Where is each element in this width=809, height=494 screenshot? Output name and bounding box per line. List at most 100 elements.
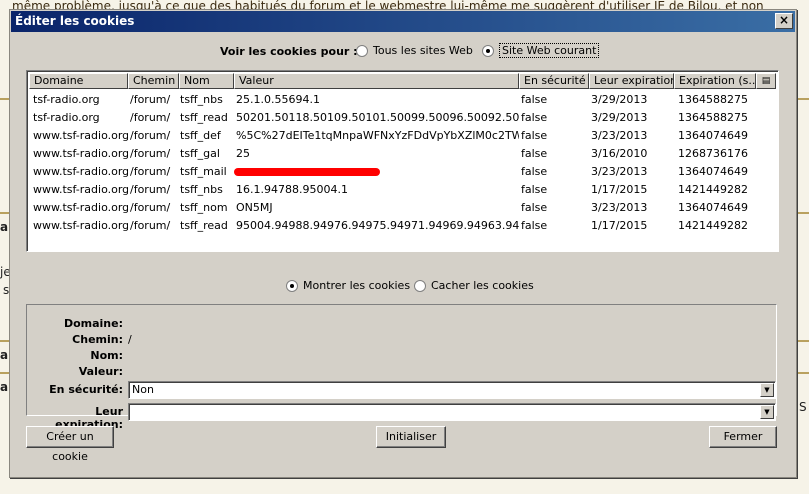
table-cell: 1/17/2015 [591, 183, 648, 196]
table-cell: /forum/ [130, 183, 171, 196]
close-button[interactable]: Fermer [709, 426, 777, 448]
table-cell: tsff_nbs [180, 183, 223, 196]
table-cell: 1364588275 [678, 111, 748, 124]
radio-hide-cookies[interactable]: Cacher les cookies [414, 279, 534, 292]
radio-hide-cookies-label: Cacher les cookies [431, 279, 534, 292]
cookie-details: Domaine: Chemin: / Nom: Valeur: En sécur… [26, 304, 777, 431]
dialog-titlebar[interactable]: Éditer les cookies × [11, 11, 795, 32]
table-cell: false [521, 201, 548, 214]
table-cell: 1421449282 [678, 183, 748, 196]
radio-icon [286, 280, 298, 292]
background-divider [795, 212, 809, 214]
radio-icon [356, 45, 368, 57]
close-icon[interactable]: × [775, 13, 793, 29]
table-cell: 1364074649 [678, 129, 748, 142]
dialog-title: Éditer les cookies [15, 14, 135, 28]
table-cell: www.tsf-radio.org [33, 165, 128, 178]
reset-button[interactable]: Initialiser [376, 426, 446, 448]
table-cell: tsff_nbs [180, 93, 223, 106]
table-cell: tsff_mail [180, 165, 227, 178]
table-cell: false [521, 129, 548, 142]
table-cell: 95004.94988.94976.94975.94971.94969.9496… [236, 219, 519, 232]
table-cell: 3/23/2013 [591, 129, 648, 142]
name-label: Nom: [90, 349, 123, 362]
table-row[interactable]: www.tsf-radio.org/forum/tsff_nom ON5MJ fal… [29, 199, 776, 217]
table-cell: tsf-radio.org [33, 111, 100, 124]
table-cell: 1268736176 [678, 147, 748, 160]
table-cell: www.tsf-radio.org [33, 147, 128, 160]
table-cell: www.tsf-radio.org [33, 219, 128, 232]
table-cell: false [521, 219, 548, 232]
table-cell: /forum/ [130, 219, 171, 232]
column-value[interactable]: Valeur [234, 73, 519, 89]
table-cell: 1364588275 [678, 93, 748, 106]
table-cell: false [521, 111, 548, 124]
radio-current-site-label: Site Web courant [499, 43, 600, 58]
column-path[interactable]: Chemin [128, 73, 179, 89]
table-row[interactable]: www.tsf-radio.org/forum/tsff_def %5C%27dE… [29, 127, 776, 145]
table-row[interactable]: www.tsf-radio.org/forum/tsff_read 95004.9… [29, 217, 776, 235]
table-cell: %5C%27dEITe1tqMnpaWFNxYzFDdVpYbXZlM0c2TW… [236, 129, 519, 142]
expiry-select[interactable]: ▼ [128, 403, 776, 421]
table-row[interactable]: www.tsf-radio.org/forum/tsff_mail false 3/… [29, 163, 776, 181]
table-cell: tsff_nom [180, 201, 228, 214]
table-cell: false [521, 147, 548, 160]
table-row[interactable]: www.tsf-radio.org/forum/tsff_gal 25 false 3… [29, 145, 776, 163]
table-cell: /forum/ [130, 201, 171, 214]
table-row[interactable]: tsf-radio.org/forum/tsff_read 50201.50118… [29, 109, 776, 127]
table-cell: false [521, 93, 548, 106]
table-cell: /forum/ [130, 111, 171, 124]
radio-all-sites[interactable]: Tous les sites Web [356, 44, 473, 57]
table-cell: 1421449282 [678, 219, 748, 232]
secure-select-value: Non [132, 383, 154, 396]
table-cell: 1364074649 [678, 201, 748, 214]
table-cell: /forum/ [130, 165, 171, 178]
table-cell: tsff_read [180, 219, 228, 232]
table-cell: tsff_def [180, 129, 221, 142]
create-cookie-button[interactable]: Créer un cookie [26, 426, 114, 463]
table-cell: 3/29/2013 [591, 111, 648, 124]
table-cell: ON5MJ [236, 201, 273, 214]
table-row[interactable]: www.tsf-radio.org/forum/tsff_nbs 16.1.947… [29, 181, 776, 199]
table-cell: 16.1.94788.95004.1 [236, 183, 348, 196]
background-fragment: S [799, 400, 807, 414]
table-cell: tsf-radio.org [33, 93, 100, 106]
cookie-filter: Voir les cookies pour : Tous les sites W… [10, 43, 796, 60]
table-cell: false [521, 165, 548, 178]
visibility-toggle: Montrer les cookies Cacher les cookies [10, 279, 796, 295]
table-cell: 1364074649 [678, 165, 748, 178]
table-cell: tsff_read [180, 111, 228, 124]
radio-current-site[interactable]: Site Web courant [482, 43, 600, 58]
table-cell: 3/29/2013 [591, 93, 648, 106]
table-header: Domaine Chemin Nom Valeur En sécurité Le… [29, 73, 776, 89]
radio-all-sites-label: Tous les sites Web [373, 44, 473, 57]
chevron-down-icon[interactable]: ▼ [760, 383, 774, 397]
table-cell: 50201.50118.50109.50101.50099.50096.5009… [236, 111, 519, 124]
edit-cookies-dialog: Éditer les cookies × Voir les cookies po… [9, 9, 797, 478]
table-cell: tsff_gal [180, 147, 220, 160]
value-label: Valeur: [78, 365, 123, 378]
table-cell: 3/16/2010 [591, 147, 648, 160]
table-cell: /forum/ [130, 93, 171, 106]
table-cell: 3/23/2013 [591, 165, 648, 178]
column-picker-icon[interactable]: ▤ [756, 73, 776, 89]
radio-show-cookies[interactable]: Montrer les cookies [286, 279, 410, 292]
table-row[interactable]: tsf-radio.org/forum/tsff_nbs 25.1.0.55694… [29, 91, 776, 109]
table-cell: www.tsf-radio.org [33, 129, 128, 142]
radio-icon [482, 45, 494, 57]
column-domain[interactable]: Domaine [29, 73, 128, 89]
domain-label: Domaine: [63, 317, 123, 330]
column-secure[interactable]: En sécurité [519, 73, 589, 89]
table-cell: www.tsf-radio.org [33, 183, 128, 196]
path-value: / [128, 333, 132, 346]
chevron-down-icon[interactable]: ▼ [760, 405, 774, 419]
path-label: Chemin: [72, 333, 123, 346]
table-cell: 1/17/2015 [591, 219, 648, 232]
column-expiry-seconds[interactable]: Expiration (s... [674, 73, 756, 89]
radio-icon [414, 280, 426, 292]
column-name[interactable]: Nom [179, 73, 234, 89]
redaction-mark [234, 168, 380, 176]
radio-show-cookies-label: Montrer les cookies [303, 279, 411, 292]
secure-select[interactable]: Non ▼ [128, 381, 776, 399]
column-expiry[interactable]: Leur expiration [589, 73, 674, 89]
